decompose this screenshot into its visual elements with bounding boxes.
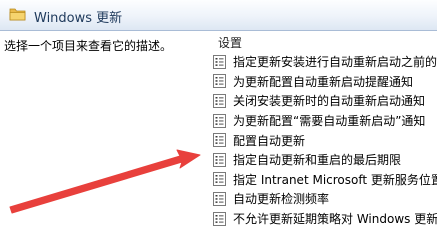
policy-setting-icon bbox=[213, 93, 226, 108]
policy-setting-icon bbox=[213, 172, 226, 187]
description-pane: 选择一个项目来查看它的描述。 bbox=[0, 31, 205, 242]
list-item-label: 为更新配置“需要自动重新启动”通知 bbox=[233, 114, 426, 129]
list-item-label: 关闭安装更新时的自动重新启动通知 bbox=[233, 94, 426, 109]
page-title: Windows 更新 bbox=[34, 11, 123, 26]
policy-setting-icon bbox=[213, 74, 226, 89]
title-bar: Windows 更新 bbox=[0, 0, 437, 31]
description-text: 选择一个项目来查看它的描述。 bbox=[4, 39, 173, 53]
policy-setting-icon bbox=[213, 113, 226, 128]
policy-setting-icon bbox=[213, 133, 226, 148]
policy-setting-icon bbox=[213, 54, 226, 69]
list-item[interactable]: 指定 Intranet Microsoft 更新服务位置 bbox=[213, 170, 437, 190]
list-item-label: 自动更新检测频率 bbox=[233, 192, 330, 207]
list-item-label: 配置自动更新 bbox=[233, 133, 306, 148]
list-item[interactable]: 为更新配置自动重新启动提醒通知 bbox=[213, 72, 437, 92]
list-item[interactable]: 自动更新检测频率 bbox=[213, 189, 437, 209]
list-item[interactable]: 指定自动更新和重启的最后期限 bbox=[213, 150, 437, 170]
list-item[interactable]: 为更新配置“需要自动重新启动”通知 bbox=[213, 111, 437, 131]
list-item-label: 指定 Intranet Microsoft 更新服务位置 bbox=[233, 172, 437, 187]
list-item[interactable]: 指定更新安装进行自动重新启动之前的 bbox=[213, 52, 437, 72]
list-item-label: 为更新配置自动重新启动提醒通知 bbox=[233, 74, 414, 89]
policy-setting-icon bbox=[213, 191, 226, 206]
list-item-configure-automatic-updates[interactable]: 配置自动更新 bbox=[213, 130, 437, 150]
policy-setting-icon bbox=[213, 211, 226, 226]
column-header-settings[interactable]: 设置 bbox=[218, 34, 242, 53]
settings-pane: 设置 指定更新安装进行自动重新启动之前的 为更新配置自动重新启动提醒通知 关闭安… bbox=[205, 31, 437, 242]
list-item-label: 不允许更新延期策略对 Windows 更新 bbox=[233, 212, 437, 227]
folder-icon bbox=[9, 8, 26, 21]
list-item-label: 指定自动更新和重启的最后期限 bbox=[233, 153, 402, 168]
list-item[interactable]: 不允许更新延期策略对 Windows 更新 bbox=[213, 209, 437, 229]
settings-list: 指定更新安装进行自动重新启动之前的 为更新配置自动重新启动提醒通知 关闭安装更新… bbox=[213, 52, 437, 228]
policy-setting-icon bbox=[213, 152, 226, 167]
list-item[interactable]: 关闭安装更新时的自动重新启动通知 bbox=[213, 91, 437, 111]
list-item-label: 指定更新安装进行自动重新启动之前的 bbox=[233, 55, 437, 70]
